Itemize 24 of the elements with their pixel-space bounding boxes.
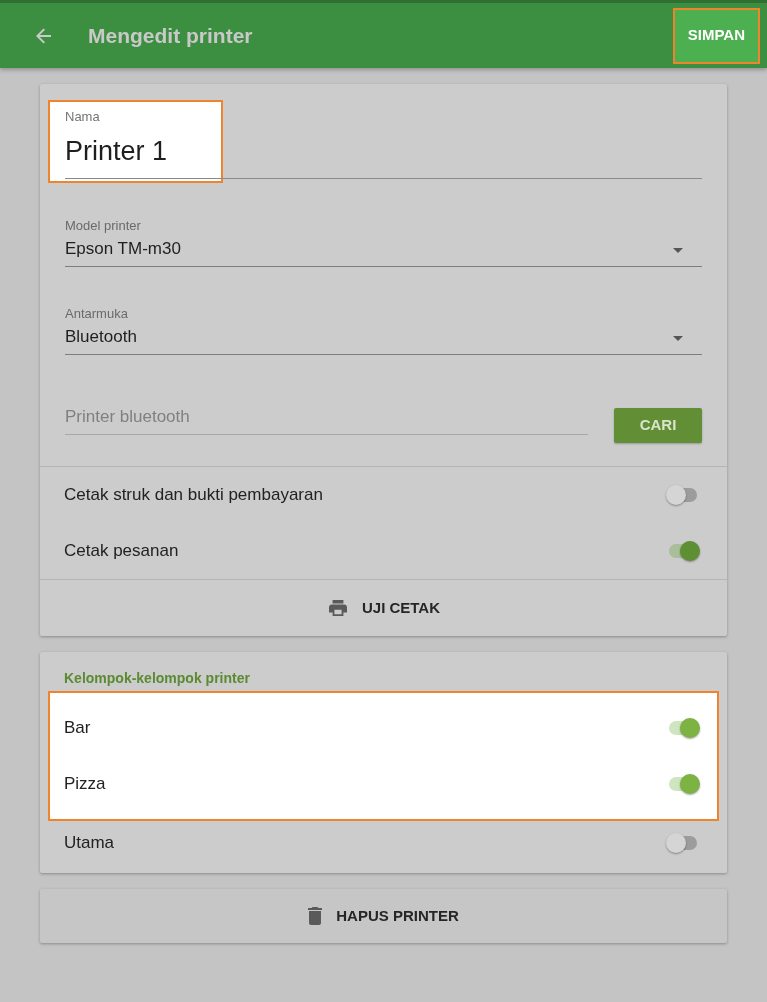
delete-printer-button[interactable]: HAPUS PRINTER [40,889,727,943]
field-value: Printer 1 [65,135,168,167]
section-heading: Kelompok-kelompok printer [64,670,250,686]
name-field[interactable]: Nama Printer 1 [65,109,702,179]
field-label: Nama [65,109,101,125]
screen-title: Mengedit printer [88,22,253,49]
field-label: Antarmuka [65,306,128,322]
field-value: Epson TM-m30 [65,239,181,259]
setting-label: Cetak pesanan [64,540,179,563]
field-placeholder: Printer bluetooth [65,407,190,426]
trash-icon [308,907,323,925]
field-value: Bluetooth [65,327,137,347]
field-label: Model printer [65,218,141,234]
group-label: Pizza [64,773,106,796]
group-label: Utama [64,832,115,855]
dropdown-field[interactable]: Model printer Epson TM-m30 [65,218,702,267]
printer-icon [326,599,349,617]
test-print-button[interactable]: UJI CETAK [40,580,727,636]
back-arrow-icon[interactable] [36,27,52,44]
caret-icon [673,248,683,253]
caret-icon [673,336,683,341]
dropdown-field[interactable]: Antarmuka Bluetooth [65,306,702,355]
setting-label: Cetak struk dan bukti pembayaran [64,484,323,507]
group-label: Bar [64,717,91,740]
